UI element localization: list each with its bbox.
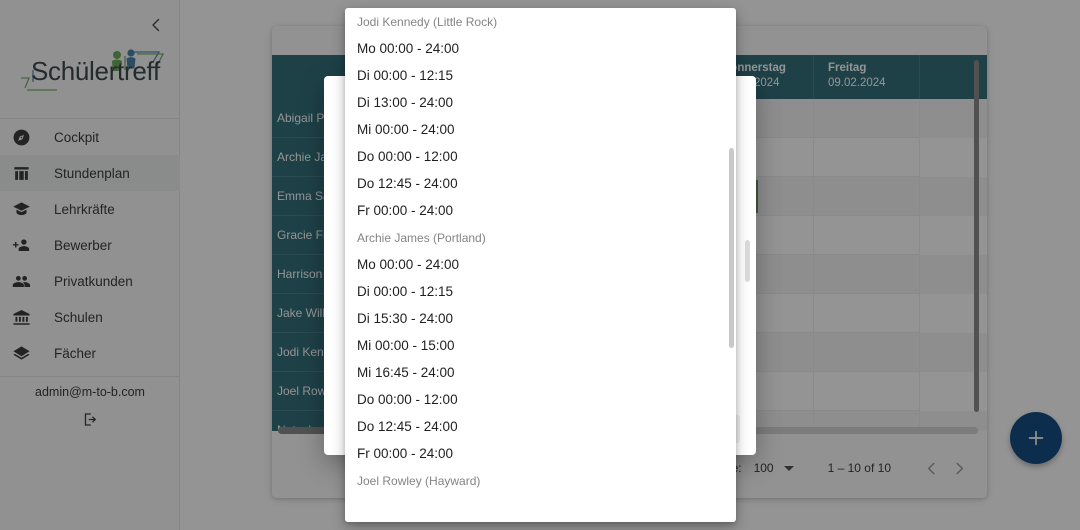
dropdown-option[interactable]: Di 13:00 - 24:00: [345, 89, 736, 116]
availability-dropdown-panel[interactable]: Jodi Kennedy (Little Rock) Mo 00:00 - 24:…: [345, 8, 736, 522]
dropdown-group-label: Jodi Kennedy (Little Rock): [357, 14, 498, 29]
dropdown-option[interactable]: Fr 00:00 - 24:00: [345, 197, 736, 224]
dropdown-group-label: Archie James (Portland): [357, 230, 486, 245]
dropdown-option-list: Jodi Kennedy (Little Rock) Mo 00:00 - 24:…: [345, 8, 736, 494]
dropdown-scrollbar[interactable]: [729, 148, 734, 348]
dropdown-option[interactable]: Mi 00:00 - 24:00: [345, 116, 736, 143]
dropdown-option[interactable]: Di 00:00 - 12:15: [345, 62, 736, 89]
dropdown-option[interactable]: Do 00:00 - 12:00: [345, 143, 736, 170]
dropdown-option[interactable]: Mi 16:45 - 24:00: [345, 359, 736, 386]
dialog-scrollbar[interactable]: [745, 240, 750, 282]
dropdown-group-label: Joel Rowley (Hayward): [357, 473, 481, 488]
dropdown-option[interactable]: Mo 00:00 - 24:00: [345, 251, 736, 278]
dropdown-option[interactable]: Mi 00:00 - 15:00: [345, 332, 736, 359]
dropdown-option[interactable]: Do 00:00 - 12:00: [345, 386, 736, 413]
dropdown-option[interactable]: Do 12:45 - 24:00: [345, 413, 736, 440]
dropdown-option[interactable]: Mo 00:00 - 24:00: [345, 35, 736, 62]
app-root: Schülertreff Cockpit Stundenplan Lehrkrä…: [0, 0, 1080, 530]
dropdown-option[interactable]: Di 00:00 - 12:15: [345, 278, 736, 305]
dropdown-option[interactable]: Do 12:45 - 24:00: [345, 170, 736, 197]
dropdown-option[interactable]: Di 15:30 - 24:00: [345, 305, 736, 332]
dropdown-option[interactable]: Fr 00:00 - 24:00: [345, 440, 736, 467]
